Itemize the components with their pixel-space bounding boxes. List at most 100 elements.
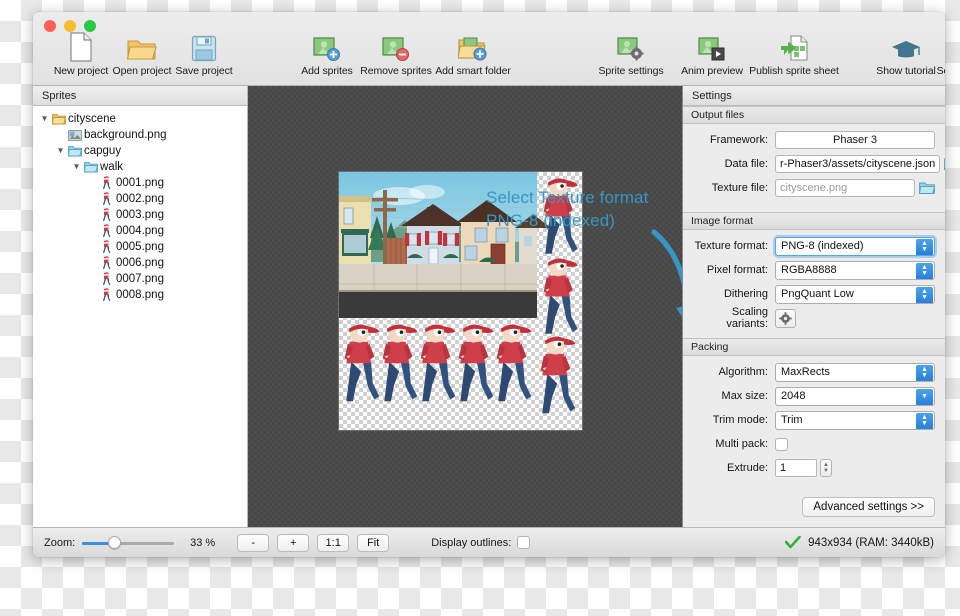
texture-format-row: Texture format: PNG-8 (indexed) ▲ ▼ <box>691 236 935 256</box>
texture-file-browse-icon[interactable] <box>919 181 935 196</box>
multi-pack-checkbox[interactable] <box>775 437 788 451</box>
extrude-input[interactable]: 1 <box>775 459 817 477</box>
tree-item-label: 0008.png <box>116 289 164 301</box>
disclosure-triangle-icon[interactable]: ▼ <box>39 111 50 127</box>
texture-file-label: Texture file: <box>711 182 768 194</box>
toolbar: New project Open project Save project Ad… <box>33 12 945 86</box>
settings-panel-title: Settings <box>683 86 945 106</box>
chevron-updown-icon: ▲ ▼ <box>916 412 933 429</box>
zoom-slider-knob[interactable] <box>108 535 122 549</box>
texture-format-label: Texture format: <box>694 240 768 252</box>
tree-item-0007-png[interactable]: 0007.png <box>33 271 247 287</box>
sprites-tree[interactable]: ▼ cityscene background.png ▼ capguy ▼ walk 0001… <box>33 106 247 303</box>
disclosure-triangle-icon[interactable]: ▼ <box>55 143 66 159</box>
dithering-select[interactable]: PngQuant Low ▲ ▼ <box>775 284 935 304</box>
framework-field-wrap: Phaser 3 <box>775 131 935 149</box>
sprite-thumb-icon <box>98 208 115 222</box>
tree-item-label: 0002.png <box>116 193 164 205</box>
max-size-label: Max size: <box>721 390 768 402</box>
zoom-out-button[interactable]: - <box>237 533 270 552</box>
pixel-format-label: Pixel format: <box>706 264 768 276</box>
max-size-select[interactable]: 2048 ▼ <box>775 386 935 406</box>
toolbar-publish-sprite-sheet[interactable]: Publish sprite sheet <box>734 32 854 77</box>
tree-item-background-png[interactable]: background.png <box>33 127 247 143</box>
minimize-window-button[interactable] <box>64 20 76 32</box>
zoom-fit-button[interactable]: Fit <box>357 533 390 552</box>
folder-blue-icon <box>82 161 99 173</box>
data-file-browse-icon[interactable] <box>944 157 945 172</box>
texture-format-select[interactable]: PNG-8 (indexed) ▲ ▼ <box>775 236 935 256</box>
tree-item-label: 0003.png <box>116 209 164 221</box>
extrude-row: Extrude: 1 ▲ ▼ <box>691 459 935 477</box>
display-outlines-label: Display outlines: <box>431 536 512 549</box>
tree-item-0001-png[interactable]: 0001.png <box>33 175 247 191</box>
toolbar-send-feedback[interactable]: Send feedback <box>925 32 945 77</box>
framework-label: Framework: <box>709 134 768 146</box>
algorithm-row: Algorithm: MaxRects ▲ ▼ <box>691 362 935 382</box>
advanced-settings-button[interactable]: Advanced settings >> <box>802 497 935 517</box>
toolbar-items: New project Open project Save project Ad… <box>33 32 945 86</box>
tree-item-label: walk <box>100 161 124 173</box>
toolbar-label: Send feedback <box>936 65 945 77</box>
toolbar-add-smart-folder[interactable]: Add smart folder <box>419 32 527 77</box>
gear-icon <box>779 311 792 325</box>
zoom-slider[interactable] <box>82 535 175 550</box>
tree-item-0003-png[interactable]: 0003.png <box>33 207 247 223</box>
pixel-format-select[interactable]: RGBA8888 ▲ ▼ <box>775 260 935 280</box>
trim-mode-label: Trim mode: <box>712 414 768 426</box>
trim-mode-row: Trim mode: Trim ▲ ▼ <box>691 410 935 430</box>
extrude-label: Extrude: <box>727 462 768 474</box>
close-window-button[interactable] <box>44 20 56 32</box>
zoom-actual-size-button[interactable]: 1:1 <box>317 533 350 552</box>
tree-item-0005-png[interactable]: 0005.png <box>33 239 247 255</box>
tree-item-cityscene[interactable]: ▼ cityscene <box>33 111 247 127</box>
tree-item-capguy[interactable]: ▼ capguy <box>33 143 247 159</box>
chevron-updown-icon: ▲ ▼ <box>916 238 933 255</box>
window-controls <box>44 20 96 32</box>
sprite-sheet-canvas[interactable]: Select Texture format PNG-8 (indexed) <box>248 86 683 527</box>
tree-item-label: cityscene <box>68 113 116 125</box>
toolbar-save-project[interactable]: Save project <box>158 32 250 77</box>
tree-item-0002-png[interactable]: 0002.png <box>33 191 247 207</box>
tree-item-0008-png[interactable]: 0008.png <box>33 287 247 303</box>
publish-sprite-sheet-icon <box>734 32 854 62</box>
texture-file-row: Texture file: cityscene.png <box>691 179 935 197</box>
max-size-field-wrap: 2048 ▼ <box>775 386 935 406</box>
texture-format-value: PNG-8 (indexed) <box>781 239 864 252</box>
image-file-icon <box>66 129 83 141</box>
sprite-thumb-icon <box>98 224 115 238</box>
toolbar-sprite-settings[interactable]: Sprite settings <box>585 32 677 77</box>
main-content: Sprites ▼ cityscene background.png ▼ capguy ▼… <box>33 86 945 527</box>
output-files-group-body: Framework: Phaser 3 Data file: r-Phaser3… <box>683 124 945 212</box>
scaling-variants-gear-button[interactable] <box>775 308 796 328</box>
data-file-label: Data file: <box>724 158 768 170</box>
toolbar-label: Save project <box>175 65 233 77</box>
output-files-group-header: Output files <box>683 106 945 124</box>
sprites-panel: Sprites ▼ cityscene background.png ▼ capguy ▼… <box>33 86 248 527</box>
tree-item-label: capguy <box>84 145 122 157</box>
chevron-updown-icon: ▲ ▼ <box>916 364 933 381</box>
sprite-thumb-icon <box>98 192 115 206</box>
extrude-field-wrap: 1 ▲ ▼ <box>775 459 935 477</box>
tree-item-label: 0004.png <box>116 225 164 237</box>
sheet-size-info: 943x934 (RAM: 3440kB) <box>808 536 934 549</box>
algorithm-select[interactable]: MaxRects ▲ ▼ <box>775 362 935 382</box>
zoom-in-button[interactable]: + <box>277 533 310 552</box>
tree-item-0004-png[interactable]: 0004.png <box>33 223 247 239</box>
extrude-stepper-buttons[interactable]: ▲ ▼ <box>820 459 832 477</box>
framework-field[interactable]: Phaser 3 <box>775 131 935 149</box>
display-outlines-checkbox[interactable] <box>517 536 531 549</box>
zoom-value: 33 % <box>190 536 216 549</box>
disclosure-triangle-icon[interactable]: ▼ <box>71 159 82 175</box>
framework-row: Framework: Phaser 3 <box>691 131 935 149</box>
tree-item-walk[interactable]: ▼ walk <box>33 159 247 175</box>
tree-item-0006-png[interactable]: 0006.png <box>33 255 247 271</box>
folder-blue-icon <box>66 145 83 157</box>
toolbar-label: Sprite settings <box>598 65 664 77</box>
trim-mode-select[interactable]: Trim ▲ ▼ <box>775 410 935 430</box>
texture-file-field[interactable]: cityscene.png <box>775 179 915 197</box>
data-file-field[interactable]: r-Phaser3/assets/cityscene.json <box>775 155 941 173</box>
texture-file-field-wrap: cityscene.png <box>775 179 935 197</box>
chevron-updown-icon: ▲ ▼ <box>916 262 933 279</box>
maximize-window-button[interactable] <box>84 20 96 32</box>
